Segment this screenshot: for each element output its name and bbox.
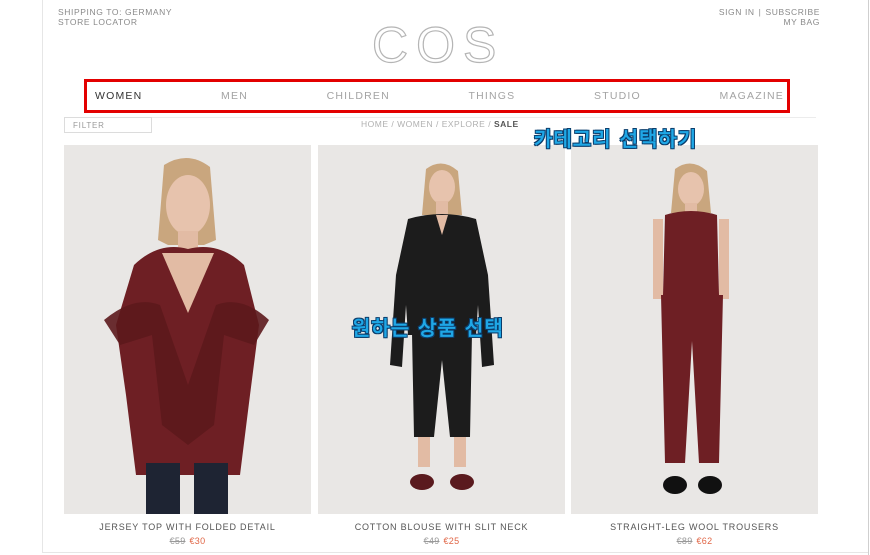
nav-item-things[interactable]: THINGS [469, 90, 516, 102]
annotation-product: 원하는 상품 선택 [352, 316, 504, 340]
product-image[interactable] [571, 145, 818, 514]
nav-item-women[interactable]: WOMEN [95, 90, 142, 102]
nav-divider [64, 117, 816, 118]
model-photo-wool-trousers [571, 145, 818, 514]
nav-item-studio[interactable]: STUDIO [594, 90, 641, 102]
window-edge [868, 0, 869, 555]
nav-item-men[interactable]: MEN [221, 90, 248, 102]
sign-in-link[interactable]: SIGN IN [719, 7, 755, 17]
product-name[interactable]: JERSEY TOP WITH FOLDED DETAIL [64, 522, 311, 532]
filter-button[interactable]: FILTER [64, 117, 152, 133]
nav-item-children[interactable]: CHILDREN [327, 90, 390, 102]
sale-price: €62 [696, 536, 713, 546]
breadcrumb-current: SALE [493, 119, 519, 129]
annotation-category: 카테고리 선택하기 [534, 127, 698, 151]
product-card[interactable]: JERSEY TOP WITH FOLDED DETAIL €59 €30 [64, 145, 311, 546]
store-locator-link[interactable]: STORE LOCATOR [58, 17, 172, 27]
breadcrumb-path[interactable]: HOME / WOMEN / EXPLORE / [361, 119, 494, 129]
header-left: SHIPPING TO: GERMANY STORE LOCATOR [58, 7, 172, 27]
logo-text: COS [372, 18, 500, 68]
product-name[interactable]: COTTON BLOUSE WITH SLIT NECK [318, 522, 565, 532]
header-right: SIGN IN | SUBSCRIBE MY BAG [719, 7, 820, 27]
product-price: €89 €62 [571, 536, 818, 546]
cos-logo[interactable]: COS [370, 18, 500, 68]
model-photo-jersey-top [64, 145, 311, 514]
old-price: €49 [423, 536, 440, 546]
nav-item-magazine[interactable]: MAGAZINE [720, 90, 784, 102]
sale-price: €30 [189, 536, 206, 546]
old-price: €89 [676, 536, 693, 546]
subscribe-link[interactable]: SUBSCRIBE [765, 7, 820, 17]
product-card[interactable]: STRAIGHT-LEG WOOL TROUSERS €89 €62 [571, 145, 818, 546]
product-price: €49 €25 [318, 536, 565, 546]
old-price: €59 [169, 536, 186, 546]
category-nav: WOMEN MEN CHILDREN THINGS STUDIO MAGAZIN… [84, 79, 790, 113]
sale-price: €25 [443, 536, 460, 546]
my-bag-link[interactable]: MY BAG [719, 17, 820, 27]
product-name[interactable]: STRAIGHT-LEG WOOL TROUSERS [571, 522, 818, 532]
header-separator: | [758, 7, 762, 17]
product-image[interactable] [64, 145, 311, 514]
breadcrumb: HOME / WOMEN / EXPLORE / SALE [361, 119, 519, 129]
shipping-link[interactable]: SHIPPING TO: GERMANY [58, 7, 172, 17]
product-price: €59 €30 [64, 536, 311, 546]
